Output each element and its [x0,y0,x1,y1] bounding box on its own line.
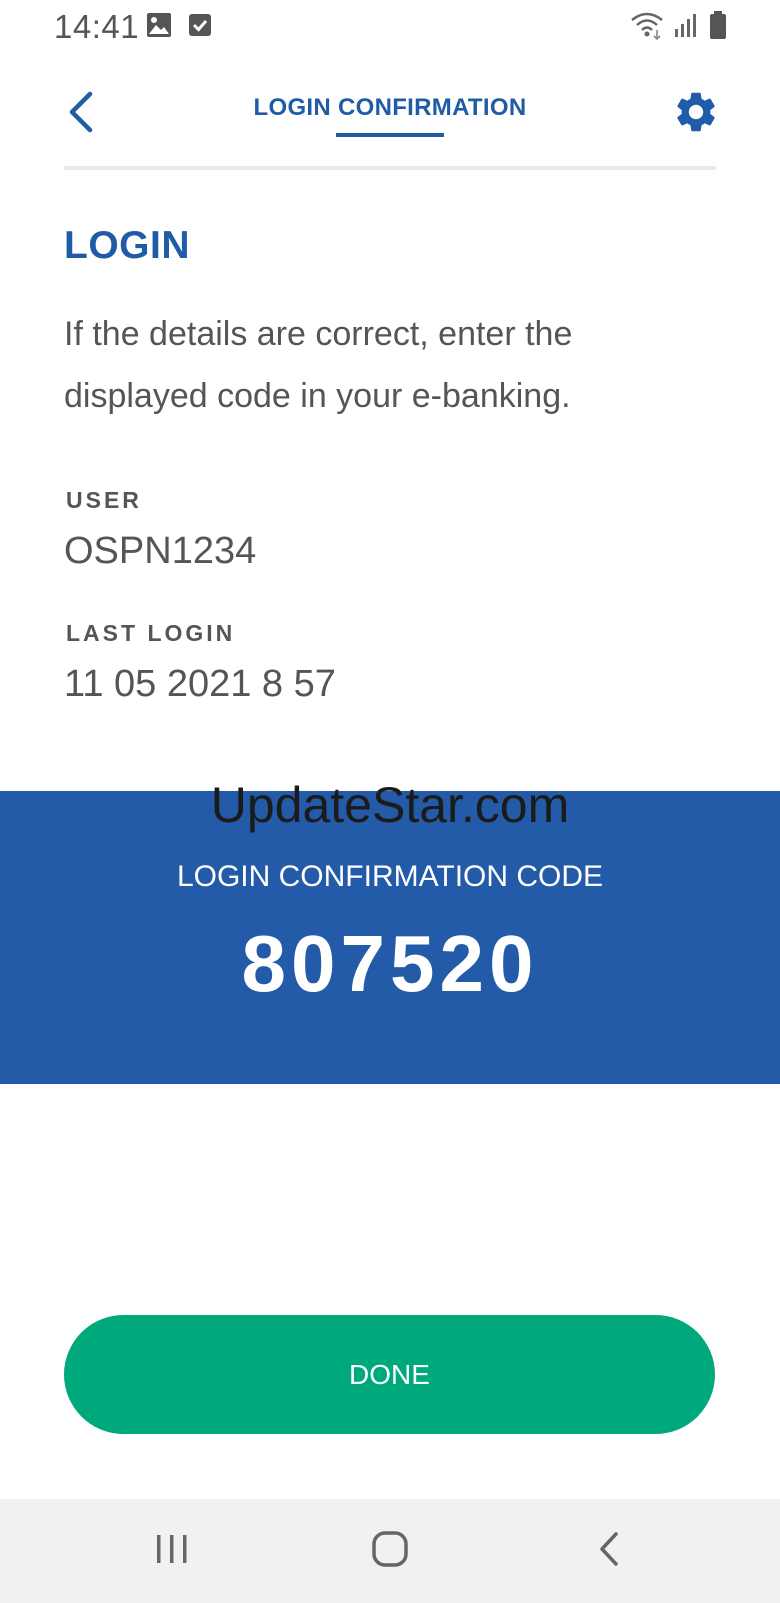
user-value: OSPN1234 [64,530,257,572]
code-label: LOGIN CONFIRMATION CODE [176,860,604,893]
confirmation-code: 807520 [241,919,539,1008]
done-button[interactable]: DONE [64,1315,715,1434]
section-heading: LOGIN [64,224,190,267]
header-divider [64,166,716,170]
system-back-button[interactable] [596,1529,624,1574]
instruction-text: If the details are correct, enter the di… [64,315,573,415]
check-icon [189,14,211,36]
watermark: UpdateStar.com [210,777,570,833]
last-login-label: LAST LOGIN [66,620,236,646]
status-bar: 14:41 [0,0,780,56]
gear-icon [677,92,715,132]
wifi-icon [631,12,663,40]
home-icon [372,1531,408,1567]
recent-apps-button[interactable] [154,1529,190,1574]
title-underline [336,133,444,137]
status-time: 14:41 [54,8,140,45]
gallery-icon [147,13,171,37]
last-login-value: 11 05 2021 8 57 [64,663,336,705]
recent-apps-icon [157,1535,187,1563]
navigation-bar [0,1499,780,1603]
signal-icon [675,14,696,37]
back-icon [600,1532,618,1566]
home-button[interactable] [370,1529,410,1574]
battery-icon [710,11,726,39]
header: LOGIN CONFIRMATION [0,56,780,170]
user-label: USER [66,487,142,513]
page-title: LOGIN CONFIRMATION [253,94,527,121]
settings-button[interactable] [672,88,720,136]
